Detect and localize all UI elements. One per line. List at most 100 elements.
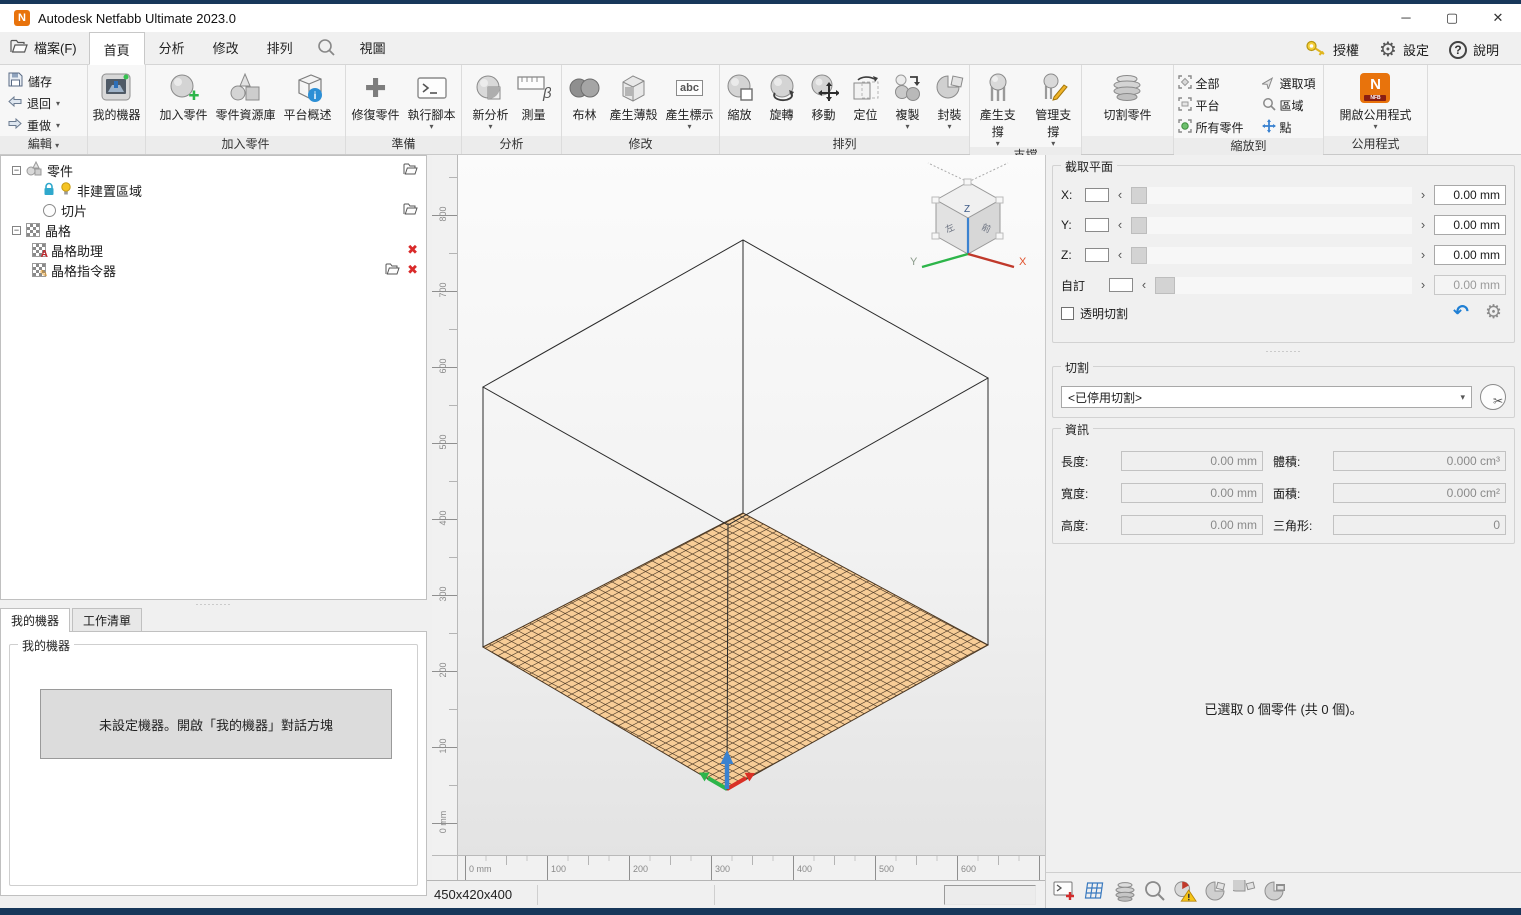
tab-home[interactable]: 首頁 <box>89 32 145 65</box>
platform-overview-button[interactable]: i 平台概述 <box>280 68 336 123</box>
open-folder-icon[interactable] <box>403 203 418 218</box>
pack-ccw-icon[interactable] <box>1203 879 1227 903</box>
delete-icon[interactable]: ✖ <box>407 262 418 278</box>
view-cube[interactable]: Z 左 前 Y X <box>910 163 1027 268</box>
create-shell-button[interactable]: 產生薄殼 <box>605 68 661 123</box>
no-machine-configured-button[interactable]: 未設定機器。開啟「我的機器」對話方塊 <box>40 689 392 759</box>
clipping-settings-icon[interactable]: ⚙ <box>1485 303 1502 323</box>
cut-part-button[interactable]: 切割零件 <box>1099 68 1155 123</box>
tree-item-lattice-assistant[interactable]: A 晶格助理 ✖ <box>1 240 426 260</box>
clip-x-increase-icon[interactable]: › <box>1416 187 1430 203</box>
create-label-dropdown-icon[interactable]: ▾ <box>688 123 692 130</box>
tab-analysis[interactable]: 分析 <box>145 31 199 64</box>
clip-z-slider[interactable] <box>1131 247 1412 264</box>
clip-z-decrease-icon[interactable]: ‹ <box>1113 247 1127 263</box>
new-analysis-dropdown-icon[interactable]: ▾ <box>488 123 492 130</box>
open-folder-icon[interactable] <box>385 263 400 278</box>
manage-support-button[interactable]: 管理支撐 ▾ <box>1026 68 1082 147</box>
scale-button[interactable]: 縮放 <box>719 68 761 123</box>
my-machines-button[interactable]: 我的機器 <box>88 68 144 123</box>
close-button[interactable]: ✕ <box>1475 4 1521 32</box>
zoom-platform-button[interactable]: 平台 <box>1176 94 1260 116</box>
delete-icon[interactable]: ✖ <box>407 242 418 258</box>
clip-z-increase-icon[interactable]: › <box>1416 247 1430 263</box>
search-icon[interactable] <box>307 31 346 64</box>
file-menu[interactable]: 檔案(F) <box>0 31 89 64</box>
minimize-button[interactable]: ─ <box>1383 4 1429 32</box>
open-utility-dropdown-icon[interactable]: ▾ <box>1373 123 1377 130</box>
reset-clipping-icon[interactable]: ↶ <box>1453 303 1469 323</box>
clip-x-checkbox[interactable] <box>1085 188 1109 202</box>
tree-item-lattice-commander[interactable]: ✎ 晶格指令器 ✖ <box>1 260 426 280</box>
redo-dropdown-icon[interactable]: ▾ <box>56 122 60 129</box>
tree-item-parts[interactable]: − 零件 <box>1 160 426 180</box>
run-script-dropdown-icon[interactable]: ▾ <box>430 123 434 130</box>
clip-z-checkbox[interactable] <box>1085 248 1109 262</box>
license-button[interactable]: 授權 <box>1297 35 1367 64</box>
zoom-region-button[interactable]: 區域 <box>1260 94 1322 116</box>
panel-splitter[interactable]: ········· <box>1046 347 1521 356</box>
transparent-cut-checkbox[interactable] <box>1061 307 1074 320</box>
lattice-view-icon[interactable] <box>1083 879 1107 903</box>
add-part-button[interactable]: ✚ 加入零件 <box>155 68 211 123</box>
pack-button[interactable]: 封裝 ▾ <box>929 68 971 130</box>
move-button[interactable]: 移動 <box>803 68 845 123</box>
clip-custom-increase-icon[interactable]: › <box>1416 277 1430 293</box>
tree-item-slices[interactable]: 切片 <box>1 200 426 220</box>
repair-part-button[interactable]: ✚ 修復零件 <box>347 68 403 123</box>
clip-x-decrease-icon[interactable]: ‹ <box>1113 187 1127 203</box>
clip-custom-decrease-icon[interactable]: ‹ <box>1137 277 1151 293</box>
position-button[interactable]: 定位 <box>845 68 887 123</box>
bulb-icon[interactable] <box>60 182 72 199</box>
undo-dropdown-icon[interactable]: ▾ <box>56 100 60 107</box>
collapse-icon[interactable]: − <box>12 166 21 175</box>
open-utility-button[interactable]: NNFB 開啟公用程式 ▾ <box>1335 68 1415 130</box>
clip-z-value[interactable]: 0.00 mm <box>1434 245 1506 265</box>
create-support-dropdown-icon[interactable]: ▾ <box>996 140 1000 147</box>
zoom-all-button[interactable]: 全部 <box>1176 72 1260 94</box>
boolean-button[interactable]: 布林 <box>563 68 605 123</box>
tab-modify[interactable]: 修改 <box>199 31 253 64</box>
scene-3d[interactable]: Z 左 前 Y X <box>458 155 1045 855</box>
part-library-button[interactable]: 零件資源庫 <box>211 68 279 123</box>
manage-support-dropdown-icon[interactable]: ▾ <box>1051 140 1055 147</box>
zoom-selection-button[interactable]: 選取項 <box>1260 72 1322 94</box>
clip-x-value[interactable]: 0.00 mm <box>1434 185 1506 205</box>
clip-y-value[interactable]: 0.00 mm <box>1434 215 1506 235</box>
cut-mode-select[interactable]: <已停用切割> ▾ <box>1061 386 1472 408</box>
zoom-part-icon[interactable] <box>1143 879 1167 903</box>
settings-button[interactable]: ⚙ 設定 <box>1371 36 1437 64</box>
help-button[interactable]: ? 說明 <box>1441 36 1507 63</box>
edit-group-label[interactable]: 編輯 ▾ <box>0 136 87 154</box>
tree-item-no-build-zone[interactable]: 非建置區域 <box>1 180 426 200</box>
new-analysis-button[interactable]: 新分析 ▾ <box>468 68 512 130</box>
rotate-button[interactable]: 旋轉 <box>761 68 803 123</box>
duplicate-dropdown-icon[interactable]: ▾ <box>905 123 909 130</box>
pack-machine-icon[interactable] <box>1263 879 1287 903</box>
create-label-button[interactable]: abc 產生標示 ▾ <box>662 68 718 130</box>
execute-cut-button[interactable]: ✂ <box>1480 384 1506 410</box>
collapse-icon[interactable]: − <box>12 226 21 235</box>
clip-custom-checkbox[interactable] <box>1109 278 1133 292</box>
zoom-all-parts-button[interactable]: 所有零件 <box>1176 116 1260 138</box>
open-folder-icon[interactable] <box>403 163 418 178</box>
measure-button[interactable]: β 測量 <box>513 68 555 123</box>
duplicate-button[interactable]: 複製 ▾ <box>887 68 929 130</box>
pack-dropdown-icon[interactable]: ▾ <box>947 123 951 130</box>
clip-y-checkbox[interactable] <box>1085 218 1109 232</box>
clip-x-slider[interactable] <box>1131 187 1412 204</box>
redo-button[interactable]: 重做 ▾ <box>8 116 60 134</box>
slices-view-icon[interactable] <box>1113 879 1137 903</box>
add-script-icon[interactable] <box>1053 879 1077 903</box>
run-script-button[interactable]: 執行腳本 ▾ <box>404 68 460 130</box>
maximize-button[interactable]: ▢ <box>1429 4 1475 32</box>
undo-button[interactable]: 退回 ▾ <box>8 94 60 112</box>
zoom-point-button[interactable]: 點 <box>1260 116 1322 138</box>
tab-my-machines[interactable]: 我的機器 <box>0 608 70 632</box>
analysis-warning-icon[interactable] <box>1173 879 1197 903</box>
clip-custom-slider[interactable] <box>1155 277 1412 294</box>
tab-job-list[interactable]: 工作清單 <box>72 608 142 632</box>
save-button[interactable]: 儲存 <box>8 72 52 90</box>
clip-y-slider[interactable] <box>1131 217 1412 234</box>
tab-arrange[interactable]: 排列 <box>253 31 307 64</box>
